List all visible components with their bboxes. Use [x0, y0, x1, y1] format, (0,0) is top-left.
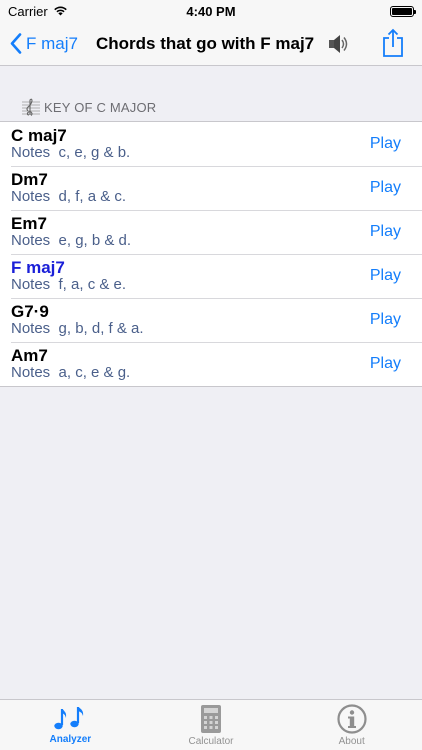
chord-row: C maj7 Notes c, e, g & b. Play [0, 122, 422, 166]
carrier-label: Carrier [8, 3, 48, 19]
chord-list: C maj7 Notes c, e, g & b. Play Dm7 Notes d, … [0, 121, 422, 387]
section-title: KEY OF C MAJOR [44, 99, 157, 115]
tab-calculator[interactable]: Calculator [141, 700, 282, 750]
wifi-icon [53, 4, 68, 19]
chord-name: G7·9 [11, 302, 49, 321]
treble-clef-icon [22, 98, 40, 116]
tab-about[interactable]: About [281, 700, 422, 750]
chord-notes: Notes f, a, c & e. [11, 276, 127, 293]
back-button[interactable]: F maj7 [0, 33, 78, 54]
tab-label: Calculator [188, 736, 234, 747]
chord-row: Am7 Notes a, c, e & g. Play [0, 342, 422, 386]
chord-notes: Notes g, b, d, f & a. [11, 320, 144, 337]
play-button[interactable]: Play [370, 223, 401, 241]
chevron-left-icon [10, 33, 22, 54]
chord-name: Am7 [11, 346, 48, 365]
chord-notes: Notes e, g, b & d. [11, 232, 132, 249]
chord-name: F maj7 [11, 258, 65, 277]
chord-name: Dm7 [11, 170, 48, 189]
page-title: Chords that go with F maj7 [95, 33, 315, 53]
back-label: F maj7 [26, 33, 78, 53]
play-button[interactable]: Play [370, 179, 401, 197]
navigation-bar: F maj7 Chords that go with F maj7 [0, 22, 422, 66]
tab-analyzer[interactable]: Analyzer [0, 700, 141, 750]
share-icon[interactable] [382, 28, 404, 63]
play-button[interactable]: Play [370, 135, 401, 153]
status-left: Carrier [8, 4, 68, 19]
speaker-icon[interactable] [328, 34, 350, 54]
play-button[interactable]: Play [370, 311, 401, 329]
chord-row: Dm7 Notes d, f, a & c. Play [0, 166, 422, 210]
tab-bar: Analyzer Calculator About [0, 699, 422, 750]
tab-label: About [338, 736, 365, 747]
chord-name: C maj7 [11, 126, 67, 145]
calculator-icon [201, 705, 221, 733]
chord-row: Em7 Notes e, g, b & d. Play [0, 210, 422, 254]
tab-label: Analyzer [49, 734, 92, 745]
music-notes-icon [54, 707, 84, 730]
chord-notes: Notes d, f, a & c. [11, 188, 127, 205]
section-header: KEY OF C MAJOR [0, 94, 422, 120]
play-button[interactable]: Play [370, 267, 401, 285]
play-button[interactable]: Play [370, 355, 401, 373]
chord-notes: Notes c, e, g & b. [11, 144, 131, 161]
info-icon [337, 704, 367, 734]
chord-row: F maj7 Notes f, a, c & e. Play [0, 254, 422, 298]
chord-notes: Notes a, c, e & g. [11, 364, 131, 381]
chord-row: G7·9 Notes g, b, d, f & a. Play [0, 298, 422, 342]
chord-name: Em7 [11, 214, 47, 233]
battery-icon [390, 5, 416, 17]
status-bar: Carrier 4:40 PM [0, 0, 422, 22]
